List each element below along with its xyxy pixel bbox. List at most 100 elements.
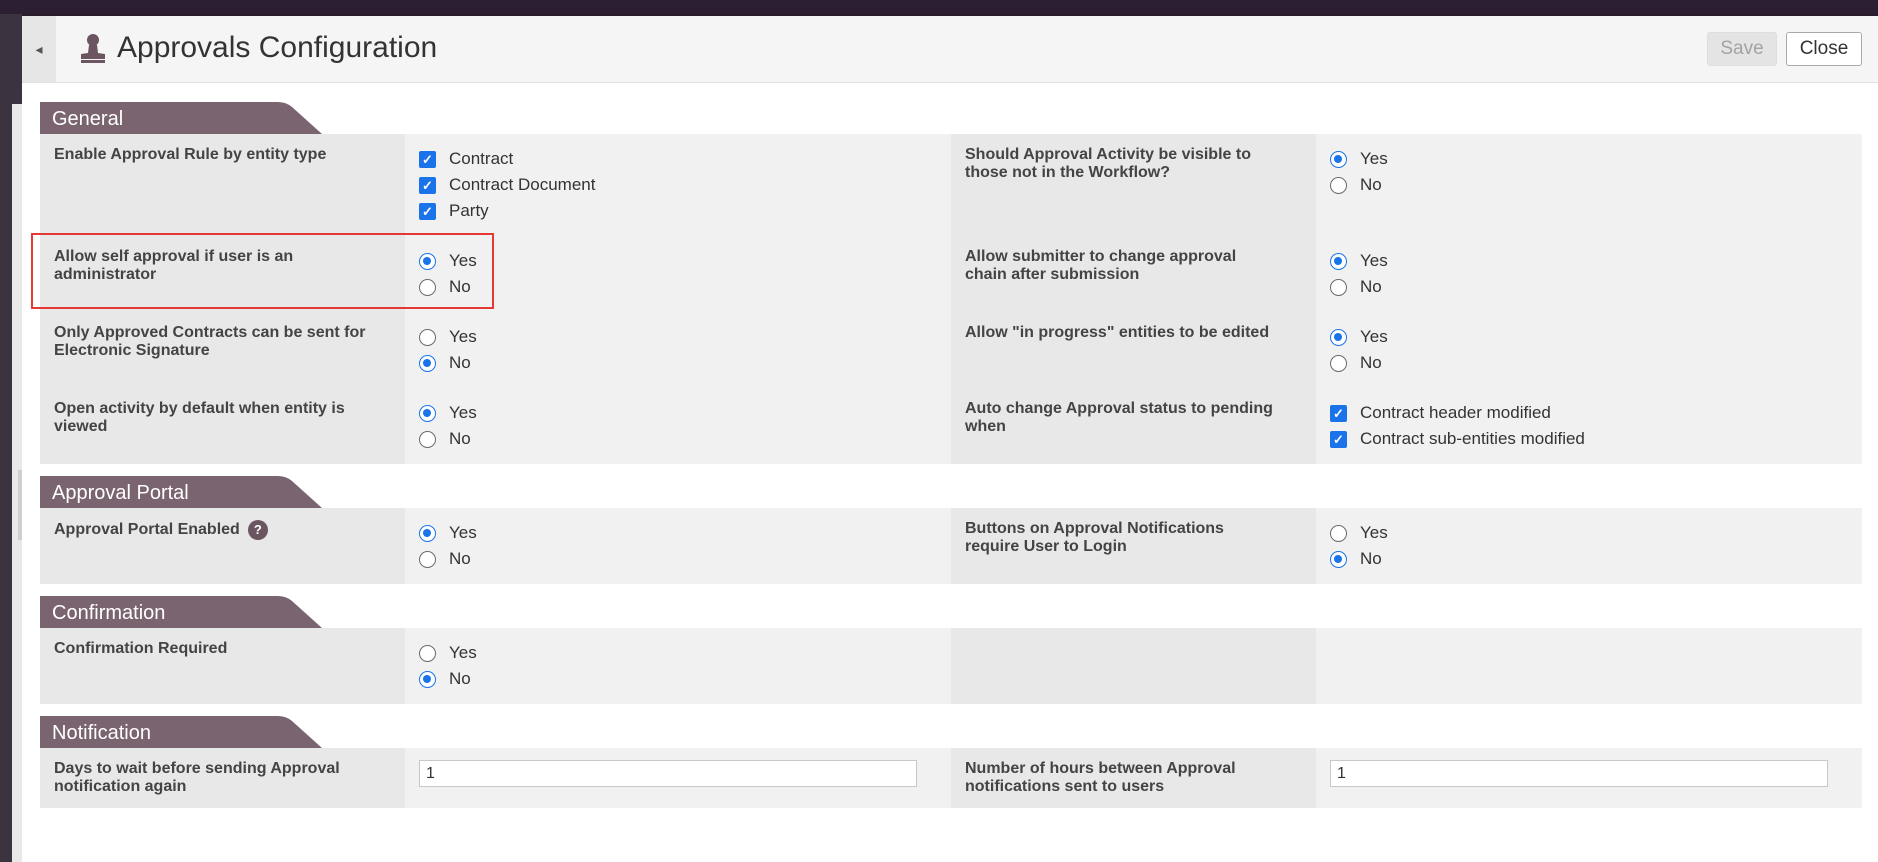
radio-no[interactable]: No [419, 666, 937, 692]
section-approval-portal: Approval Portal Approval Portal Enabled?… [40, 476, 1862, 584]
radio-unselected-icon[interactable] [1330, 354, 1347, 372]
in-progress-edit-radios: Yes No [1316, 312, 1862, 388]
help-icon[interactable]: ? [247, 520, 268, 540]
radio-selected-icon[interactable] [1330, 328, 1347, 346]
section-notification: Notification Days to wait before sending… [40, 716, 1862, 808]
radio-selected-icon[interactable] [419, 354, 436, 372]
field-label: Buttons on Approval Notifications requir… [951, 508, 1316, 584]
radio-yes[interactable]: Yes [419, 400, 937, 426]
option-label: No [449, 549, 471, 568]
field-label: Confirmation Required [40, 628, 405, 704]
option-label: Party [449, 201, 489, 220]
approvals-config-panel: ◂ Approvals Configuration Save Close Gen… [22, 16, 1878, 862]
field-label: Number of hours between Approval notific… [951, 748, 1316, 808]
approval-portal-grid: Approval Portal Enabled? Yes No Buttons … [40, 508, 1862, 584]
require-login-radios: Yes No [1316, 508, 1862, 584]
activity-visible-radios: Yes No [1316, 134, 1862, 236]
notification-row: Days to wait before sending Approval not… [40, 748, 1862, 808]
radio-no[interactable]: No [419, 426, 937, 452]
days-to-wait-input[interactable] [419, 760, 917, 787]
option-label: Contract sub-entities modified [1360, 429, 1585, 448]
radio-yes[interactable]: Yes [419, 248, 937, 274]
checkbox-contract[interactable]: ✓ Contract [419, 146, 937, 172]
radio-no[interactable]: No [1330, 172, 1848, 198]
hours-between-input[interactable] [1330, 760, 1828, 787]
radio-yes[interactable]: Yes [419, 324, 937, 350]
radio-unselected-icon[interactable] [419, 644, 436, 662]
radio-yes[interactable]: Yes [419, 520, 937, 546]
radio-no[interactable]: No [1330, 274, 1848, 300]
radio-unselected-icon[interactable] [419, 550, 436, 568]
radio-selected-icon[interactable] [1330, 252, 1347, 270]
option-label: No [1360, 277, 1382, 296]
radio-yes[interactable]: Yes [1330, 146, 1848, 172]
section-title: Approval Portal [52, 482, 189, 504]
radio-no[interactable]: No [419, 350, 937, 376]
radio-selected-icon[interactable] [419, 524, 436, 542]
option-label: No [1360, 549, 1382, 568]
field-label: Should Approval Activity be visible to t… [951, 134, 1316, 236]
radio-no[interactable]: No [1330, 546, 1848, 572]
panel-header: ◂ Approvals Configuration Save Close [22, 16, 1878, 83]
entity-type-checkboxes: ✓ Contract ✓ Contract Document ✓ Party [405, 134, 951, 236]
confirmation-grid: Confirmation Required Yes No [40, 628, 1862, 704]
checkbox-checked-icon[interactable]: ✓ [419, 150, 436, 168]
general-row-entity-type: Enable Approval Rule by entity type ✓ Con… [40, 134, 1862, 236]
section-general: General Enable Approval Rule by entity t… [40, 102, 1862, 464]
checkbox-checked-icon[interactable]: ✓ [1330, 404, 1347, 422]
confirmation-radios: Yes No [405, 628, 951, 704]
save-button[interactable]: Save [1707, 32, 1777, 66]
empty-value-cell [1316, 628, 1862, 704]
radio-unselected-icon[interactable] [1330, 524, 1347, 542]
section-title: Confirmation [52, 602, 166, 624]
radio-yes[interactable]: Yes [1330, 248, 1848, 274]
field-label: Allow self approval if user is an admini… [40, 236, 405, 312]
close-button[interactable]: Close [1786, 32, 1862, 66]
option-label: Yes [1360, 149, 1388, 168]
checkbox-contract-document[interactable]: ✓ Contract Document [419, 172, 937, 198]
checkbox-sub-entities-modified[interactable]: ✓ Contract sub-entities modified [1330, 426, 1848, 452]
field-label: Allow "in progress" entities to be edite… [951, 312, 1316, 388]
auto-change-checkboxes: ✓ Contract header modified ✓ Contract sub-… [1316, 388, 1862, 464]
checkbox-checked-icon[interactable]: ✓ [419, 202, 436, 220]
change-chain-radios: Yes No [1316, 236, 1862, 312]
radio-selected-icon[interactable] [419, 404, 436, 422]
general-row-esignature: Only Approved Contracts can be sent for … [40, 312, 1862, 388]
radio-yes[interactable]: Yes [1330, 520, 1848, 546]
checkbox-party[interactable]: ✓ Party [419, 198, 937, 224]
window-top-bar [0, 0, 1878, 14]
radio-unselected-icon[interactable] [419, 278, 436, 296]
radio-yes[interactable]: Yes [419, 640, 937, 666]
field-label: Enable Approval Rule by entity type [40, 134, 405, 236]
radio-selected-icon[interactable] [1330, 150, 1347, 168]
checkbox-header-modified[interactable]: ✓ Contract header modified [1330, 400, 1848, 426]
option-label: Yes [449, 403, 477, 422]
checkbox-checked-icon[interactable]: ✓ [1330, 430, 1347, 448]
option-label: Yes [1360, 523, 1388, 542]
option-label: No [1360, 353, 1382, 372]
option-label: No [449, 669, 471, 688]
section-tab-approval-portal: Approval Portal [40, 476, 322, 508]
radio-no[interactable]: No [419, 546, 937, 572]
radio-unselected-icon[interactable] [1330, 278, 1347, 296]
radio-no[interactable]: No [419, 274, 937, 300]
confirmation-row: Confirmation Required Yes No [40, 628, 1862, 704]
option-label: Yes [449, 327, 477, 346]
option-label: No [449, 429, 471, 448]
option-label: Yes [449, 523, 477, 542]
section-tab-general: General [40, 102, 322, 134]
radio-unselected-icon[interactable] [419, 328, 436, 346]
collapse-panel-button[interactable]: ◂ [22, 16, 56, 82]
radio-no[interactable]: No [1330, 350, 1848, 376]
checkbox-checked-icon[interactable]: ✓ [419, 176, 436, 194]
option-label: Contract [449, 149, 514, 168]
esignature-radios: Yes No [405, 312, 951, 388]
radio-selected-icon[interactable] [419, 670, 436, 688]
radio-selected-icon[interactable] [419, 252, 436, 270]
radio-unselected-icon[interactable] [1330, 176, 1347, 194]
radio-selected-icon[interactable] [1330, 550, 1347, 568]
radio-yes[interactable]: Yes [1330, 324, 1848, 350]
section-confirmation: Confirmation Confirmation Required Yes N… [40, 596, 1862, 704]
self-approval-radios: Yes No [405, 236, 951, 312]
radio-unselected-icon[interactable] [419, 430, 436, 448]
